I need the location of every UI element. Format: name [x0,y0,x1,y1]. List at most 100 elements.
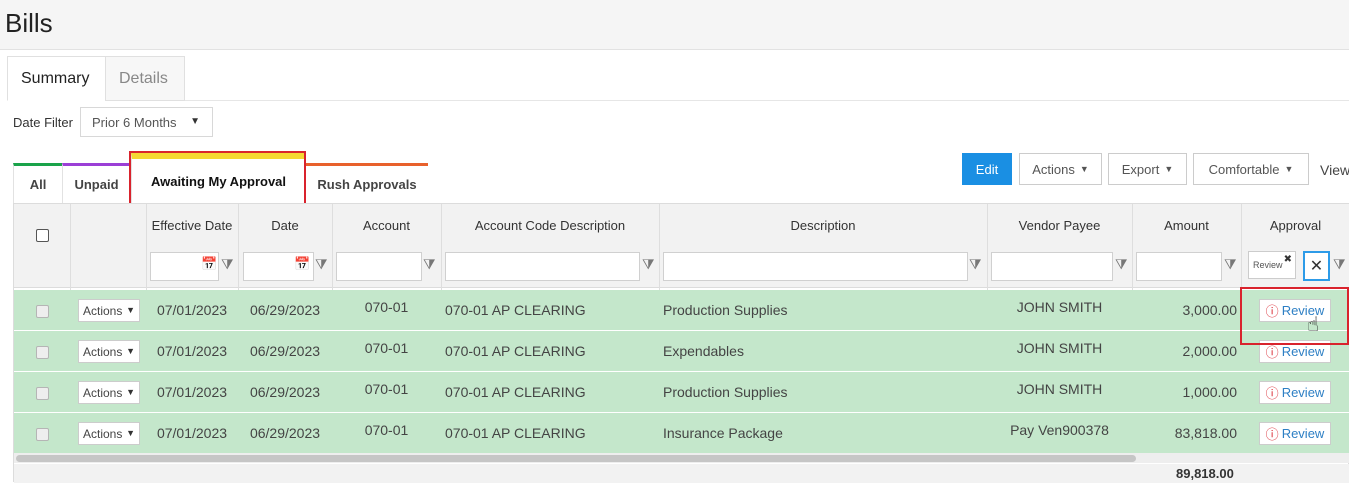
filter-amount-input[interactable] [1136,252,1222,281]
edit-button[interactable]: Edit [962,153,1012,185]
cell-date: 06/29/2023 [249,302,321,318]
review-button[interactable]: ⓘ Review [1259,299,1331,322]
row-checkbox[interactable] [36,346,49,359]
filter-description-input[interactable] [663,252,968,281]
col-description[interactable]: Description [659,218,987,233]
warning-icon: ⓘ [1265,427,1279,442]
row-checkbox[interactable] [36,387,49,400]
warning-icon: ⓘ [1265,345,1279,360]
table-row[interactable]: Actions ▼ 07/01/2023 06/29/2023 070-01 07… [14,372,1349,413]
review-button[interactable]: ⓘ Review [1259,422,1331,445]
cell-amount: 3,000.00 [1182,302,1238,318]
row-actions-dropdown[interactable]: Actions ▼ [78,422,140,445]
col-effective-date[interactable]: Effective Date [146,218,238,233]
cell-effective-date: 07/01/2023 [156,425,228,441]
table-row[interactable]: Actions ▼ 07/01/2023 06/29/2023 070-01 07… [14,290,1349,331]
density-label: Comfortable [1208,161,1280,177]
cell-account: 070-01 [364,299,409,315]
scrollbar-thumb[interactable] [16,455,1136,462]
close-icon: ✕ [1309,258,1324,275]
review-button[interactable]: ⓘ Review [1259,381,1331,404]
filter-icon[interactable]: ⧩ [1333,256,1346,273]
caret-down-icon: ▼ [1284,164,1294,174]
cell-effective-date: 07/01/2023 [156,302,228,318]
filter-icon[interactable]: ⧩ [221,256,234,273]
table-row[interactable]: Actions ▼ 07/01/2023 06/29/2023 070-01 07… [14,413,1349,454]
warning-icon: ⓘ [1265,304,1279,319]
row-actions-label: Actions [83,344,123,359]
tab-details[interactable]: Details [105,56,185,101]
clear-filter-button[interactable]: ✕ [1303,251,1330,281]
caret-down-icon: ▼ [190,116,200,127]
col-approval[interactable]: Approval [1241,218,1349,233]
date-filter-label: Date Filter [13,115,73,130]
select-all-checkbox[interactable] [36,229,49,242]
subtab-all[interactable]: All [13,163,62,203]
caret-down-icon: ▼ [126,346,135,356]
col-date[interactable]: Date [238,218,332,233]
review-label: Review [1281,385,1325,400]
cell-account: 070-01 [364,381,409,397]
row-actions-dropdown[interactable]: Actions ▼ [78,381,140,404]
approval-filter-chip-label: Review [1253,260,1283,270]
filter-account-code-description-input[interactable] [445,252,640,281]
filter-vendor-payee-input[interactable] [991,252,1113,281]
filter-icon[interactable]: ⧩ [642,256,655,273]
subtab-awaiting-my-approval[interactable]: Awaiting My Approval [131,153,305,203]
subtab-rush-approvals[interactable]: Rush Approvals [305,163,428,203]
warning-icon: ⓘ [1265,386,1279,401]
cell-description: Expendables [663,343,744,359]
cell-date: 06/29/2023 [249,343,321,359]
row-actions-label: Actions [83,385,123,400]
col-account[interactable]: Account [332,218,441,233]
calendar-icon[interactable]: 📅 [201,256,217,272]
filter-icon[interactable]: ⧩ [315,256,328,273]
caret-down-icon: ▼ [1164,164,1174,174]
row-actions-label: Actions [83,303,123,318]
page-title: Bills [5,8,53,38]
main-tabs: Summary Details [7,56,1349,101]
tab-summary[interactable]: Summary [7,56,106,101]
caret-down-icon: ▼ [1079,164,1089,174]
col-vendor-payee[interactable]: Vendor Payee [987,218,1132,233]
filter-icon[interactable]: ⧩ [1115,256,1128,273]
col-amount[interactable]: Amount [1132,218,1241,233]
filter-icon[interactable]: ⧩ [423,256,436,273]
cell-description: Insurance Package [663,425,783,441]
review-label: Review [1281,426,1325,441]
close-icon[interactable]: ✖ [1284,254,1292,265]
export-label: Export [1121,161,1160,177]
cell-date: 06/29/2023 [249,425,321,441]
filter-account-input[interactable] [336,252,422,281]
filter-icon[interactable]: ⧩ [969,256,982,273]
row-checkbox[interactable] [36,428,49,441]
approval-filter-chip[interactable]: Review ✖ [1248,251,1296,279]
row-checkbox[interactable] [36,305,49,318]
row-actions-dropdown[interactable]: Actions ▼ [78,340,140,363]
filter-icon[interactable]: ⧩ [1224,256,1237,273]
actions-dropdown-button[interactable]: Actions ▼ [1019,153,1102,185]
row-actions-dropdown[interactable]: Actions ▼ [78,299,140,322]
cell-amount: 83,818.00 [1174,425,1237,441]
cell-effective-date: 07/01/2023 [156,384,228,400]
review-button[interactable]: ⓘ Review [1259,340,1331,363]
cell-description: Production Supplies [663,302,788,318]
calendar-icon[interactable]: 📅 [294,256,310,272]
col-account-code-description[interactable]: Account Code Description [441,218,659,233]
amount-total: 89,818.00 [1176,466,1234,481]
table-row[interactable]: Actions ▼ 07/01/2023 06/29/2023 070-01 07… [14,331,1349,372]
subtab-unpaid[interactable]: Unpaid [62,163,130,203]
cell-description: Production Supplies [663,384,788,400]
view-button[interactable]: View [1320,162,1349,178]
density-dropdown-button[interactable]: Comfortable ▼ [1193,153,1309,185]
page-header: Bills [0,0,1349,50]
cell-account-desc: 070-01 AP CLEARING [445,384,586,400]
cell-account: 070-01 [364,422,409,438]
caret-down-icon: ▼ [126,387,135,397]
export-dropdown-button[interactable]: Export ▼ [1108,153,1187,185]
caret-down-icon: ▼ [126,305,135,315]
cell-amount: 2,000.00 [1182,343,1238,359]
hand-cursor-icon: ☝ [1307,314,1320,336]
date-filter-select[interactable]: Prior 6 Months ▼ [80,107,213,137]
actions-label: Actions [1032,161,1075,177]
